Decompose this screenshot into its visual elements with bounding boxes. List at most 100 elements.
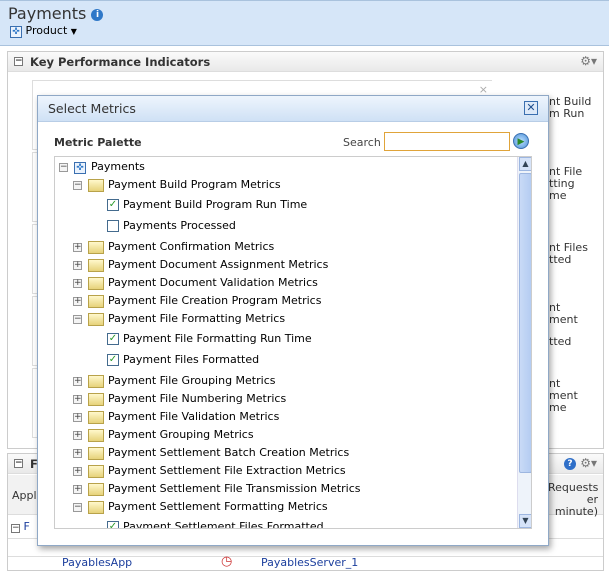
collapse-icon[interactable]: − xyxy=(59,162,68,172)
tree-node[interactable]: + Payment File Grouping Metrics xyxy=(73,373,275,391)
tree-node[interactable]: ✓ Payment Settlement Files Formatted xyxy=(107,519,324,528)
collapse-icon[interactable]: − xyxy=(11,524,20,533)
tree-node-label: Payment Grouping Metrics xyxy=(108,428,254,441)
folder-icon xyxy=(88,240,104,254)
target-icon: ✜ xyxy=(10,26,22,38)
expand-icon[interactable]: + xyxy=(73,484,82,494)
column-header-requests: er minute) xyxy=(554,493,598,518)
folder-icon xyxy=(88,312,104,326)
tree-node-label: Payment Build Program Metrics xyxy=(108,178,281,191)
tree-node[interactable]: + Payment File Creation Program Metrics xyxy=(73,293,321,311)
tree-node[interactable]: − Payment Settlement Formatting Metrics xyxy=(73,499,328,517)
gear-icon[interactable]: ⚙▾ xyxy=(580,54,597,68)
scrollbar[interactable]: ▲ ▼ xyxy=(517,157,531,528)
tree-node[interactable]: + Payment Confirmation Metrics xyxy=(73,239,274,257)
folder-icon xyxy=(88,428,104,442)
collapse-icon[interactable]: − xyxy=(73,502,82,512)
tree-node-label: Payment Files Formatted xyxy=(123,353,260,366)
tree-node[interactable]: ✓ Payment File Formatting Run Time xyxy=(107,331,312,349)
checkbox[interactable]: ✓ xyxy=(107,354,119,366)
dialog-title: Select Metrics xyxy=(48,101,136,116)
tree-node-label: Payment File Formatting Run Time xyxy=(123,332,312,345)
server-link[interactable]: PayablesServer_1 xyxy=(261,556,358,569)
product-menu[interactable]: ✜ Product ▼ xyxy=(10,24,77,38)
tree-node-label: Payment Settlement File Transmission Met… xyxy=(108,482,361,495)
expand-icon[interactable]: + xyxy=(73,260,82,270)
tree-node[interactable]: Payments Processed xyxy=(107,218,236,236)
select-metrics-dialog: Select Metrics ✕ Metric Palette Search ▶ … xyxy=(37,95,549,546)
checkbox[interactable] xyxy=(107,220,119,232)
tree-node[interactable]: + Payment File Numbering Metrics xyxy=(73,391,286,409)
expand-icon[interactable]: + xyxy=(73,412,82,422)
target-icon: ✜ xyxy=(74,162,86,174)
tree-node[interactable]: + Payment Settlement File Transmission Me… xyxy=(73,481,361,499)
scroll-down-icon[interactable]: ▼ xyxy=(519,514,531,528)
expand-icon[interactable]: + xyxy=(73,466,82,476)
tree-node[interactable]: − Payment Build Program Metrics xyxy=(73,177,281,195)
expand-icon[interactable]: + xyxy=(73,278,82,288)
collapse-icon[interactable]: − xyxy=(14,459,23,468)
folder-icon xyxy=(88,294,104,308)
checkbox[interactable]: ✓ xyxy=(107,333,119,345)
folder-icon xyxy=(88,446,104,460)
tree-node[interactable]: ✓ Payment Files Formatted xyxy=(107,352,259,370)
tree-node-label: Payment Settlement File Extraction Metri… xyxy=(108,464,346,477)
tree-node[interactable]: + Payment Document Validation Metrics xyxy=(73,275,318,293)
tree-node-label: Payment File Formatting Metrics xyxy=(108,312,286,325)
tree-node[interactable]: + Payment File Validation Metrics xyxy=(73,409,279,427)
info-icon[interactable]: i xyxy=(91,8,104,21)
chevron-down-icon: ▼ xyxy=(70,27,77,36)
folder-icon xyxy=(88,276,104,290)
expand-icon[interactable]: + xyxy=(73,394,82,404)
row-link[interactable]: F xyxy=(24,520,30,533)
search-label: Search xyxy=(343,136,381,149)
search-go-icon[interactable]: ▶ xyxy=(513,133,529,149)
folder-icon xyxy=(88,464,104,478)
checkbox[interactable]: ✓ xyxy=(107,521,119,528)
tree-node[interactable]: + Payment Document Assignment Metrics xyxy=(73,257,328,275)
tree-node-label: Payment Document Validation Metrics xyxy=(108,276,318,289)
search-input[interactable] xyxy=(384,132,510,151)
column-header-application[interactable]: Appli xyxy=(12,489,40,502)
tree-node[interactable]: + Payment Grouping Metrics xyxy=(73,427,254,445)
tree-node-label: Payments Processed xyxy=(123,219,236,232)
close-icon[interactable]: ✕ xyxy=(524,101,538,115)
tree-node[interactable]: + Payment Settlement Batch Creation Metri… xyxy=(73,445,349,463)
tree-node-label: Payment File Creation Program Metrics xyxy=(108,294,322,307)
help-icon[interactable]: ? xyxy=(564,457,577,470)
folder-icon xyxy=(88,482,104,496)
scroll-thumb[interactable] xyxy=(519,173,531,473)
tree-node-label: Payments xyxy=(91,160,145,173)
folder-icon xyxy=(88,410,104,424)
expand-icon[interactable]: + xyxy=(73,242,82,252)
kpi-label: me xyxy=(549,401,567,414)
app-link[interactable]: PayablesApp xyxy=(62,556,132,569)
collapse-icon[interactable]: − xyxy=(14,57,23,66)
table-row: − F xyxy=(11,520,30,533)
expand-icon[interactable]: + xyxy=(73,448,82,458)
expand-icon[interactable]: + xyxy=(73,296,82,306)
tree-node[interactable]: ✓ Payment Build Program Run Time xyxy=(107,197,307,215)
tree-node-label: Payment Settlement Formatting Metrics xyxy=(108,500,328,513)
expand-icon[interactable]: + xyxy=(73,376,82,386)
metric-tree: − ✜ Payments − Payment Build Program Metrics… xyxy=(54,156,532,529)
folder-icon xyxy=(88,500,104,514)
folder-icon xyxy=(88,374,104,388)
gear-icon[interactable]: ? ⚙▾ xyxy=(564,456,597,470)
tree-node-label: Payment File Numbering Metrics xyxy=(108,392,287,405)
metric-palette-label: Metric Palette xyxy=(54,136,142,149)
expand-icon[interactable]: + xyxy=(73,430,82,440)
collapse-icon[interactable]: − xyxy=(73,314,82,324)
scroll-up-icon[interactable]: ▲ xyxy=(519,157,531,171)
kpi-label: m Run xyxy=(549,107,585,120)
folder-icon xyxy=(88,392,104,406)
panel-title: Key Performance Indicators xyxy=(30,55,211,69)
collapse-icon[interactable]: − xyxy=(73,180,82,190)
tree-node[interactable]: − ✜ Payments xyxy=(59,159,145,177)
tree-node[interactable]: − Payment File Formatting Metrics xyxy=(73,311,285,329)
folder-icon xyxy=(88,178,104,192)
tree-node[interactable]: + Payment Settlement File Extraction Metr… xyxy=(73,463,346,481)
tree-node-label: Payment File Validation Metrics xyxy=(108,410,280,423)
folder-icon xyxy=(88,258,104,272)
checkbox[interactable]: ✓ xyxy=(107,199,119,211)
